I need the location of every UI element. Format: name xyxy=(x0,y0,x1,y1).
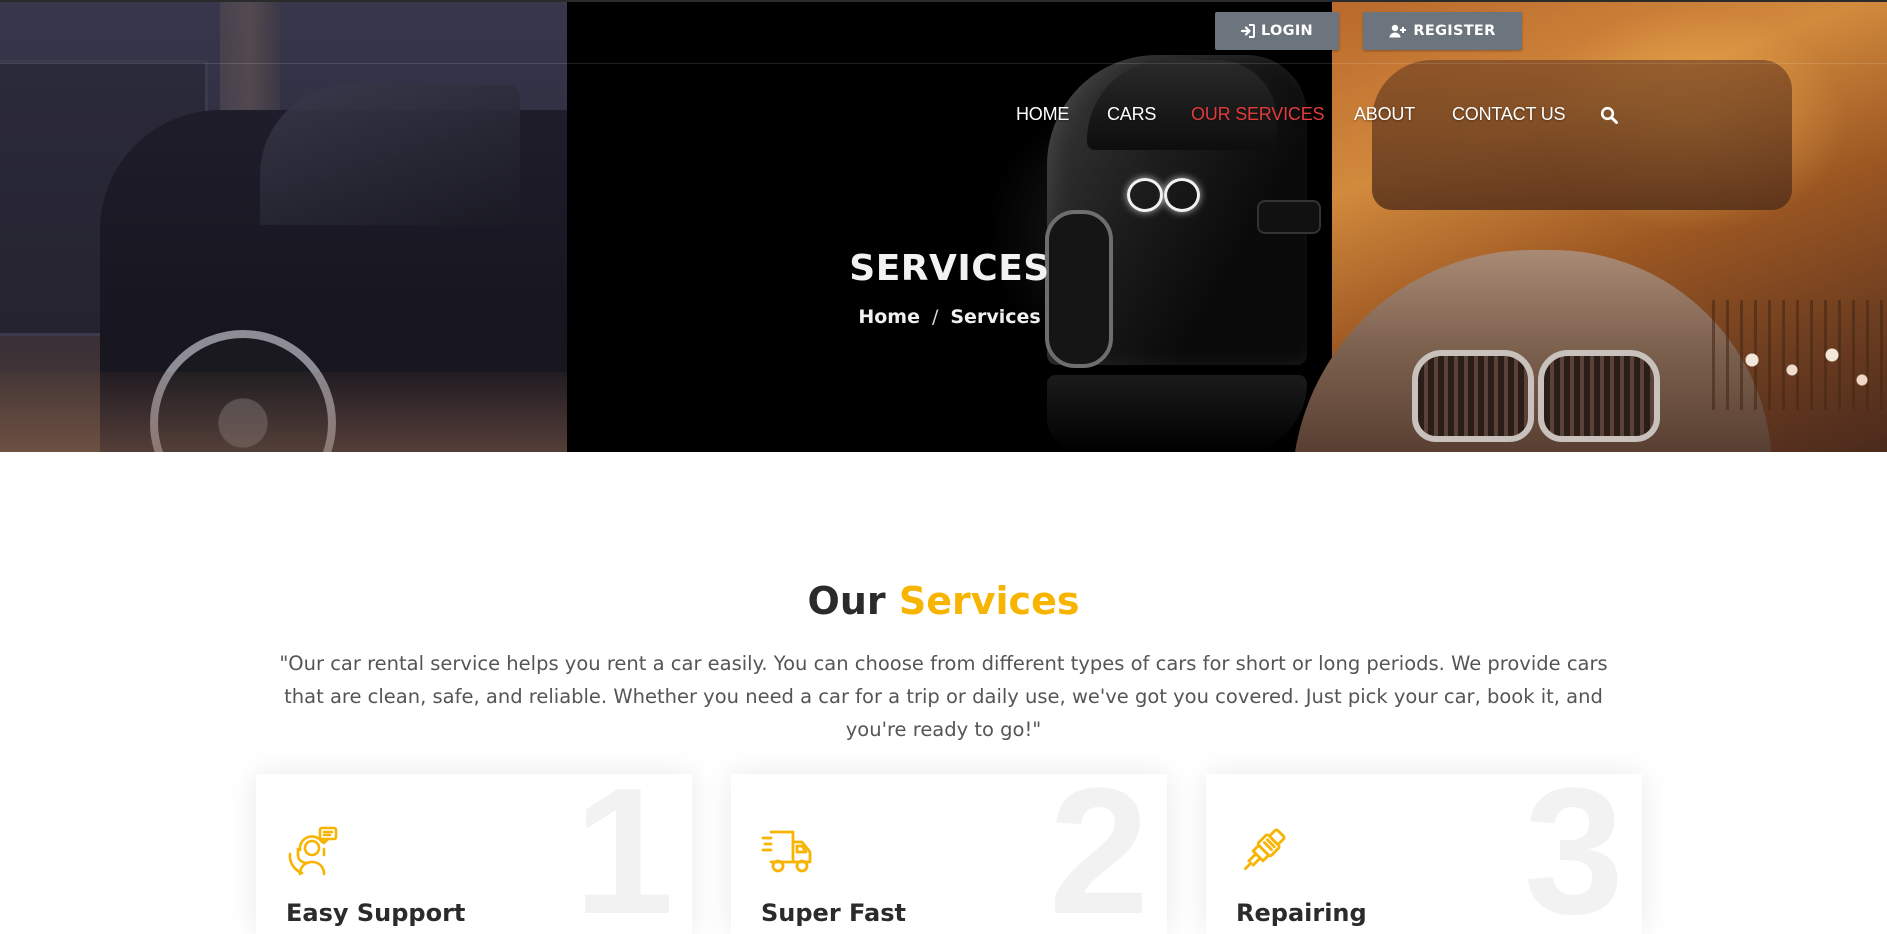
grille-shape xyxy=(1257,200,1321,234)
card-title: Repairing xyxy=(1236,899,1367,927)
user-plus-icon xyxy=(1389,24,1407,38)
top-border xyxy=(0,0,1887,2)
card-number: 2 xyxy=(1048,774,1149,934)
service-card: 2 Super Fast xyxy=(731,774,1167,934)
nav-item-our-services[interactable]: OUR SERVICES xyxy=(1191,104,1325,125)
grille-shape xyxy=(1412,350,1534,442)
section-title-main: Our xyxy=(807,579,886,623)
hero-image-right xyxy=(1292,0,1887,452)
nav-item-contact-us[interactable]: CONTACT US xyxy=(1452,104,1566,125)
nav-item-about[interactable]: ABOUT xyxy=(1354,104,1415,125)
headlight-shape xyxy=(1127,178,1163,212)
breadcrumb-current: Services xyxy=(950,306,1041,328)
car-wheel-shape xyxy=(1045,210,1113,368)
card-number: 1 xyxy=(573,774,674,934)
nav-divider xyxy=(0,63,1887,64)
ground-shape xyxy=(0,372,567,452)
headlight-shape xyxy=(1164,178,1200,212)
hero-image-center xyxy=(567,0,1332,452)
hero-image-left xyxy=(0,0,620,452)
background-vehicle-shape xyxy=(1372,60,1792,210)
hero-banner: LOGIN REGISTER HOME CARS OUR SERVICES AB… xyxy=(0,0,1887,452)
nav-item-home[interactable]: HOME xyxy=(1016,104,1069,125)
breadcrumb-separator: / xyxy=(931,306,939,328)
register-label: REGISTER xyxy=(1413,23,1496,39)
card-number: 3 xyxy=(1523,774,1624,934)
grille-shape xyxy=(1538,350,1660,442)
sign-in-icon xyxy=(1241,24,1255,38)
delivery-truck-icon xyxy=(761,824,815,878)
breadcrumb-home-link[interactable]: Home xyxy=(858,306,920,328)
login-label: LOGIN xyxy=(1261,23,1313,39)
page-title: SERVICES xyxy=(849,248,1050,289)
service-card: 1 Easy Support xyxy=(256,774,692,934)
main-nav: HOME CARS OUR SERVICES ABOUT CONTACT US xyxy=(0,104,1887,128)
section-description: "Our car rental service helps you rent a… xyxy=(279,652,1608,741)
spark-plug-icon xyxy=(1236,824,1290,878)
car-reflection xyxy=(1047,375,1307,452)
breadcrumb: Home / Services xyxy=(567,306,1332,328)
service-card: 3 Repairing xyxy=(1206,774,1642,934)
nav-item-cars[interactable]: CARS xyxy=(1107,104,1156,125)
register-button[interactable]: REGISTER xyxy=(1363,12,1522,50)
flowers-shape xyxy=(1732,340,1882,400)
section-title-accent: Services xyxy=(898,579,1080,623)
card-title: Easy Support xyxy=(286,899,466,927)
card-title: Super Fast xyxy=(761,899,906,927)
section-title: Our Services xyxy=(0,579,1887,623)
search-icon[interactable] xyxy=(1600,106,1618,129)
login-button[interactable]: LOGIN xyxy=(1215,12,1339,50)
support-agent-icon xyxy=(286,824,340,878)
